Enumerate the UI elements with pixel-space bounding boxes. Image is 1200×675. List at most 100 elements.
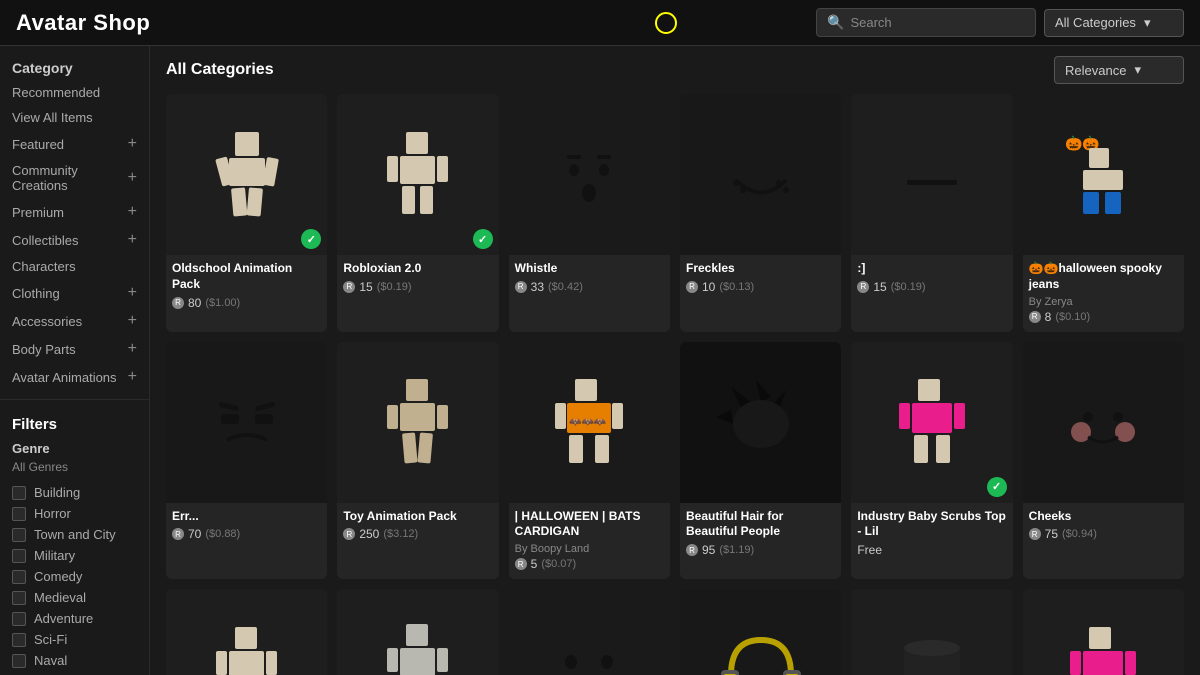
item-info-7: Err... R 70 ($0.88)	[166, 503, 327, 550]
sidebar-item-body-parts[interactable]: Body Parts +	[0, 335, 149, 363]
item-thumb-3	[509, 94, 670, 255]
item-card-2[interactable]: ✓ Robloxian 2.0 R 15 ($0.19)	[337, 94, 498, 332]
sidebar-label-characters: Characters	[12, 259, 76, 274]
filters-title: Filters	[12, 416, 137, 433]
sidebar-item-collectibles[interactable]: Collectibles +	[0, 226, 149, 254]
sidebar-item-premium[interactable]: Premium +	[0, 198, 149, 226]
price-usd-3: ($0.42)	[548, 281, 583, 293]
face-svg-4	[711, 125, 811, 225]
item-card-8[interactable]: Toy Animation Pack R 250 ($3.12)	[337, 342, 498, 580]
sidebar-item-featured[interactable]: Featured +	[0, 130, 149, 158]
sidebar-label-community: Community Creations	[12, 163, 128, 193]
filter-horror[interactable]: Horror	[12, 503, 137, 524]
chevron-down-sort-icon: ▾	[1134, 62, 1141, 78]
item-thumb-10	[680, 342, 841, 503]
filter-medieval[interactable]: Medieval	[12, 587, 137, 608]
char-svg-6: 🎃🎃	[1063, 130, 1143, 220]
robux-icon-10: R	[686, 544, 698, 556]
item-card-9[interactable]: 🦇🦇🦇 | HALLOWEEN | BATS CARDIGAN By Boopy…	[509, 342, 670, 580]
item-price-4: R 10 ($0.13)	[686, 280, 835, 294]
checkbox-horror[interactable]	[12, 507, 26, 521]
item-card-12[interactable]: Cheeks R 75 ($0.94)	[1023, 342, 1184, 580]
item-name-3: Whistle	[515, 261, 664, 277]
sidebar-item-avatar-animations[interactable]: Avatar Animations +	[0, 363, 149, 391]
chevron-down-icon: ▾	[1144, 15, 1151, 31]
item-card-11[interactable]: ✓ Industry Baby Scrubs Top - Lil Free	[851, 342, 1012, 580]
label-military: Military	[34, 548, 75, 563]
filter-scifi[interactable]: Sci-Fi	[12, 629, 137, 650]
char-svg-2	[380, 130, 455, 220]
checkbox-scifi[interactable]	[12, 633, 26, 647]
price-robux-2: 15	[359, 280, 372, 294]
plus-icon-avatar-animations: +	[128, 368, 137, 386]
item-name-4: Freckles	[686, 261, 835, 277]
char-svg-9: 🦇🦇🦇	[549, 377, 629, 467]
sidebar-item-view-all[interactable]: View All Items	[0, 105, 149, 130]
item-card-4[interactable]: Freckles R 10 ($0.13)	[680, 94, 841, 332]
sidebar-item-accessories[interactable]: Accessories +	[0, 307, 149, 335]
item-card-13[interactable]	[166, 589, 327, 675]
category-dropdown[interactable]: All Categories ▾	[1044, 9, 1184, 37]
checkbox-military[interactable]	[12, 549, 26, 563]
verified-badge-1: ✓	[301, 229, 321, 249]
price-robux-12: 75	[1045, 527, 1058, 541]
search-container[interactable]: 🔍	[816, 8, 1036, 37]
face-svg-15	[539, 620, 639, 675]
item-card-14[interactable]	[337, 589, 498, 675]
label-adventure: Adventure	[34, 611, 93, 626]
checkbox-building[interactable]	[12, 486, 26, 500]
item-card-18[interactable]: ✓	[1023, 589, 1184, 675]
item-card-15[interactable]: ✓	[509, 589, 670, 675]
sidebar-item-community[interactable]: Community Creations +	[0, 158, 149, 198]
item-name-10: Beautiful Hair for Beautiful People	[686, 509, 835, 540]
item-price-1: R 80 ($1.00)	[172, 296, 321, 310]
plus-icon-collectibles: +	[128, 231, 137, 249]
char-svg-1	[207, 130, 287, 220]
robux-icon-4: R	[686, 281, 698, 293]
item-card-3[interactable]: Whistle R 33 ($0.42)	[509, 94, 670, 332]
filter-adventure[interactable]: Adventure	[12, 608, 137, 629]
robux-icon-9: R	[515, 558, 527, 570]
item-card-10[interactable]: Beautiful Hair for Beautiful People R 95…	[680, 342, 841, 580]
item-card-1[interactable]: ✓ Oldschool Animation Pack R 80 ($1.00)	[166, 94, 327, 332]
char-svg-11	[892, 377, 972, 467]
filter-military[interactable]: Military	[12, 545, 137, 566]
item-name-8: Toy Animation Pack	[343, 509, 492, 525]
item-info-2: Robloxian 2.0 R 15 ($0.19)	[337, 255, 498, 302]
filter-town-city[interactable]: Town and City	[12, 524, 137, 545]
filter-building[interactable]: Building	[12, 482, 137, 503]
sidebar: Category Recommended View All Items Feat…	[0, 46, 150, 675]
item-name-6: 🎃🎃halloween spooky jeans	[1029, 261, 1178, 292]
price-usd-9: ($0.07)	[541, 558, 576, 570]
face-svg-3	[539, 125, 639, 225]
item-thumb-14	[337, 589, 498, 675]
search-input[interactable]	[850, 15, 1025, 30]
checkbox-naval[interactable]	[12, 654, 26, 668]
plus-icon-community: +	[128, 169, 137, 187]
relevance-dropdown[interactable]: Relevance ▾	[1054, 56, 1184, 84]
item-thumb-1: ✓	[166, 94, 327, 255]
char-svg-18	[1063, 625, 1143, 675]
checkbox-town-city[interactable]	[12, 528, 26, 542]
item-card-16[interactable]	[680, 589, 841, 675]
filter-naval[interactable]: Naval	[12, 650, 137, 671]
price-robux-10: 95	[702, 543, 715, 557]
price-usd-6: ($0.10)	[1055, 311, 1090, 323]
checkbox-adventure[interactable]	[12, 612, 26, 626]
checkbox-comedy[interactable]	[12, 570, 26, 584]
sidebar-item-clothing[interactable]: Clothing +	[0, 279, 149, 307]
item-card-7[interactable]: Err... R 70 ($0.88)	[166, 342, 327, 580]
checkbox-medieval[interactable]	[12, 591, 26, 605]
price-robux-1: 80	[188, 296, 201, 310]
sidebar-item-characters[interactable]: Characters	[0, 254, 149, 279]
item-price-9: R 5 ($0.07)	[515, 557, 664, 571]
sidebar-item-recommended[interactable]: Recommended	[0, 80, 149, 105]
filter-comedy[interactable]: Comedy	[12, 566, 137, 587]
search-icon: 🔍	[827, 14, 844, 31]
item-card-5[interactable]: :] R 15 ($0.19)	[851, 94, 1012, 332]
item-name-9: | HALLOWEEN | BATS CARDIGAN	[515, 509, 664, 540]
item-card-17[interactable]	[851, 589, 1012, 675]
item-price-3: R 33 ($0.42)	[515, 280, 664, 294]
sidebar-label-featured: Featured	[12, 137, 64, 152]
item-card-6[interactable]: 🎃🎃 🎃🎃halloween spooky jeans By Zerya R 8…	[1023, 94, 1184, 332]
